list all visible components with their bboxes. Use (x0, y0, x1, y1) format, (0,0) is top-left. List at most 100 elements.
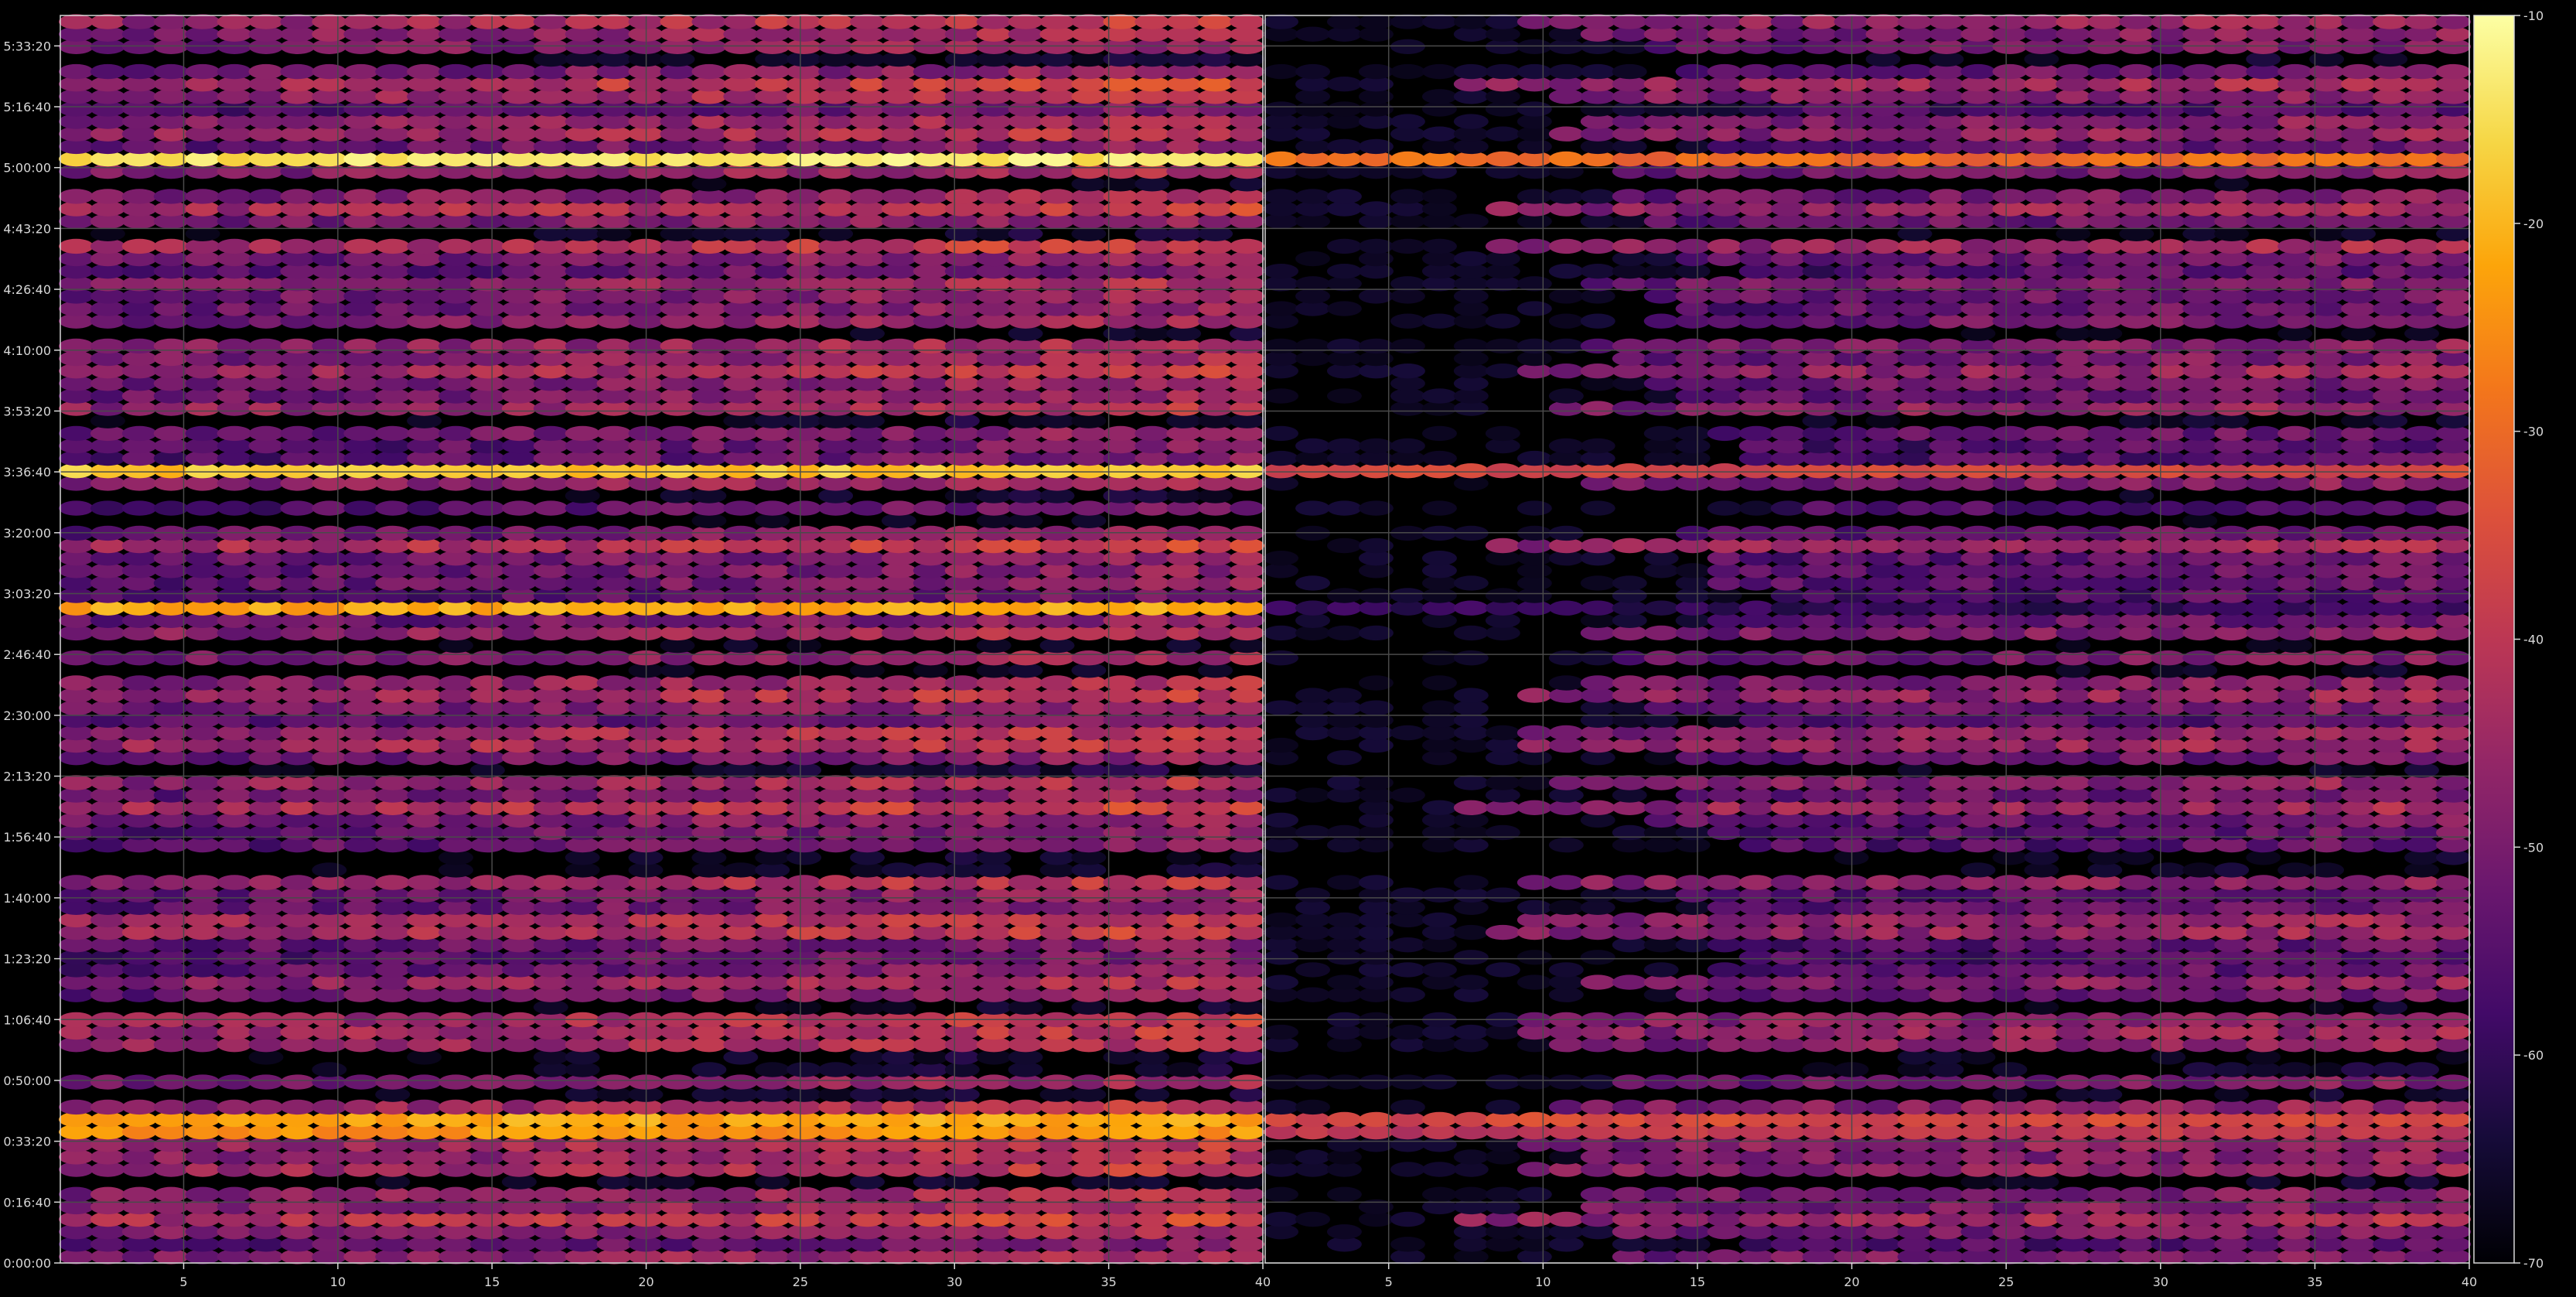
heatmap-cell (2151, 1074, 2186, 1090)
heatmap-cell (248, 238, 284, 254)
heatmap-cell (1548, 875, 1584, 890)
heatmap-cell (1071, 14, 1107, 29)
heatmap-cell (1960, 675, 1996, 691)
heatmap-cell (185, 189, 220, 204)
heatmap-cell (248, 500, 284, 516)
heatmap-cell (660, 1074, 695, 1090)
heatmap-cell (375, 650, 411, 666)
heatmap-cell (501, 675, 537, 691)
heatmap-cell (1580, 1074, 1616, 1090)
heatmap-cell (469, 675, 505, 691)
heatmap-cell (1390, 1162, 1425, 1177)
heatmap-cell (1929, 675, 1964, 691)
heatmap-cell (469, 189, 505, 204)
heatmap-cell (913, 14, 948, 29)
heatmap-cell (1580, 775, 1616, 790)
heatmap-cell (312, 238, 347, 254)
heatmap-cell (280, 189, 316, 204)
heatmap-cell (1929, 650, 1964, 666)
heatmap-cell (723, 189, 759, 204)
heatmap-cell (375, 875, 411, 890)
heatmap-cell (1580, 675, 1616, 691)
heatmap-cell (596, 775, 632, 790)
heatmap-cell (1580, 875, 1616, 890)
heatmap-cell (1738, 675, 1774, 691)
heatmap-cell (1198, 338, 1233, 354)
heatmap-cell (1643, 600, 1679, 616)
heatmap-cell (2182, 775, 2218, 790)
heatmap-cell (90, 650, 125, 666)
heatmap-cell (1198, 650, 1233, 666)
heatmap-cell (2277, 675, 2313, 691)
heatmap-cell (1643, 912, 1679, 928)
heatmap-cell (375, 675, 411, 691)
heatmap-cell (407, 650, 442, 666)
heatmap-cell (343, 425, 379, 442)
heatmap-cell (1198, 14, 1233, 29)
heatmap-cell (375, 425, 411, 442)
heatmap-cell (1453, 1024, 1489, 1040)
heatmap-cell (2373, 650, 2408, 666)
heatmap-cell (2087, 1074, 2123, 1090)
heatmap-cell (1929, 775, 1964, 790)
heatmap-cell (1134, 425, 1170, 442)
heatmap-cell (1548, 1099, 1584, 1115)
heatmap-cell (2341, 650, 2376, 666)
heatmap-cell (501, 1099, 537, 1115)
heatmap-cell (312, 14, 347, 29)
heatmap-cell (2436, 675, 2471, 691)
heatmap-cell (1390, 1074, 1425, 1090)
heatmap-cell (375, 338, 411, 354)
heatmap-cell (2119, 1074, 2155, 1090)
heatmap-cell (185, 63, 220, 80)
heatmap-cell (944, 650, 980, 666)
heatmap-cell (280, 875, 316, 890)
heatmap-cell (312, 425, 347, 442)
heatmap-cell (375, 14, 411, 29)
heatmap-cell (1453, 974, 1489, 990)
heatmap-cell (2151, 775, 2186, 790)
heatmap-cell (2024, 675, 2059, 691)
heatmap-cell (691, 63, 727, 80)
heatmap-cell (533, 875, 568, 890)
heatmap-cell (1198, 189, 1233, 204)
heatmap-cell (2182, 1099, 2218, 1115)
heatmap-cell (1008, 650, 1043, 666)
heatmap-cell (2341, 875, 2376, 890)
heatmap-cell (248, 650, 284, 666)
heatmap-cell (2277, 1186, 2313, 1203)
heatmap-cell (786, 675, 822, 691)
heatmap-cell (1612, 912, 1647, 928)
heatmap-cell (1390, 937, 1425, 953)
heatmap-cell (755, 675, 790, 691)
heatmap-cell (1390, 787, 1425, 803)
heatmap-cell (312, 500, 347, 516)
heatmap-cell (1039, 1074, 1075, 1090)
heatmap-cell (786, 1186, 822, 1203)
heatmap-cell (2182, 862, 2218, 878)
heatmap-cell (1485, 1099, 1520, 1115)
heatmap-cell (121, 189, 157, 204)
heatmap-cell (343, 338, 379, 354)
heatmap-cell (1707, 962, 1742, 978)
heatmap-cell (469, 875, 505, 890)
heatmap-cell (2373, 775, 2408, 790)
heatmap-cell (90, 338, 125, 354)
heatmap-cell (1166, 675, 1202, 691)
heatmap-cell (1707, 775, 1742, 790)
heatmap-cell (2087, 1186, 2123, 1203)
heatmap-cell (2373, 1186, 2408, 1203)
heatmap-cell (818, 650, 854, 666)
heatmap-cell (1453, 1111, 1489, 1128)
heatmap-cell (2024, 650, 2059, 666)
heatmap-cell (90, 875, 125, 890)
heatmap-cell (1960, 1074, 1996, 1090)
heatmap-cell (1264, 1099, 1298, 1115)
heatmap-cell (280, 238, 316, 254)
heatmap-cell (2404, 650, 2439, 666)
heatmap-cell (121, 14, 157, 29)
heatmap-cell (469, 1186, 505, 1203)
heatmap-cell (1675, 650, 1711, 666)
heatmap-cell (312, 1099, 347, 1115)
heatmap-cell (565, 189, 600, 204)
